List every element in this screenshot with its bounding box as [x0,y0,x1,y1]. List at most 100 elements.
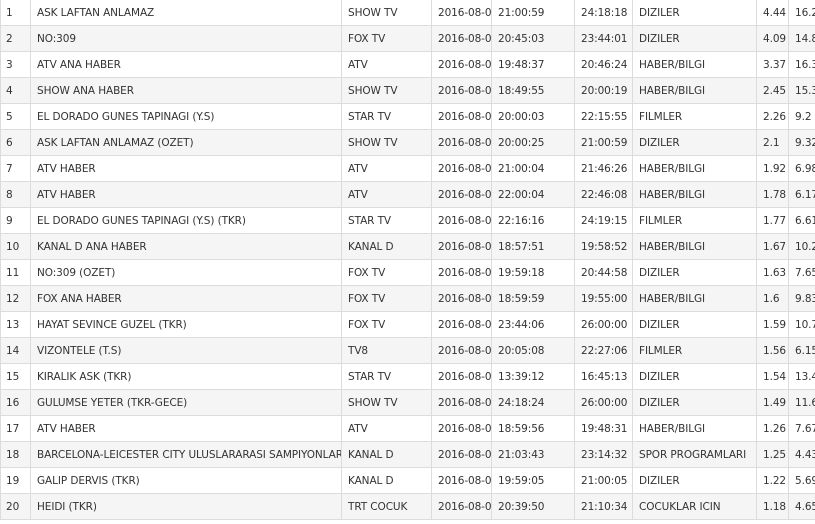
start-time-cell: 18:49:55 [491,77,575,104]
share-cell: 7.67 [788,415,815,442]
table-row: 16 GULUMSE YETER (TKR-GECE) SHOW TV 2016-08… [0,389,815,416]
share-cell: 9.83 [788,285,815,312]
date-cell: 2016-08-03 [431,259,492,286]
end-time-cell: 19:58:52 [574,233,633,260]
program-cell: EL DORADO GUNES TAPINAGI (Y.S) (TKR) [30,207,342,234]
genre-cell: HABER/BILGI [632,415,757,442]
date-cell: 2016-08-03 [431,311,492,338]
share-cell: 10.72 [788,311,815,338]
rank-cell: 13 [0,311,31,338]
share-cell: 9.2 [788,103,815,130]
genre-cell: HABER/BILGI [632,51,757,78]
share-cell: 16.22 [788,0,815,26]
start-time-cell: 19:59:18 [491,259,575,286]
table-row: 20HEIDI (TKR)TRT COCUK2016-08-0320:39:50… [0,493,815,520]
date-cell: 2016-08-03 [431,337,492,364]
start-time-cell: 21:00:04 [491,155,575,182]
channel-cell: SHOW TV [341,129,432,156]
end-time-cell: 22:27:06 [574,337,633,364]
date-cell: 2016-08-03 [431,25,492,52]
start-time-cell: 24:18:24 [491,389,575,416]
share-cell: 5.69 [788,467,815,494]
channel-cell: FOX TV [341,285,432,312]
table-row: 13 HAYAT SEVINCE GUZEL (TKR) FOX TV 2016-08… [0,311,815,338]
program-cell: GALIP DERVIS (TKR) [30,467,342,494]
share-cell: 9.32 [788,129,815,156]
table-row: 3ATV ANA HABERATV2016-08-0319:48:3720:46… [0,51,815,78]
genre-cell: FILMLER [632,337,757,364]
rating-cell: 1.59 [756,311,789,338]
rank-cell: 11 [0,259,31,286]
rank-cell: 10 [0,233,31,260]
program-cell: GULUMSE YETER (TKR-GECE) [30,389,342,416]
date-cell: 2016-08-03 [431,467,492,494]
genre-cell: HABER/BILGI [632,155,757,182]
end-time-cell: 22:15:55 [574,103,633,130]
genre-cell: COCUKLAR ICIN [632,493,757,520]
date-cell: 2016-08-03 [431,207,492,234]
end-time-cell: 21:46:26 [574,155,633,182]
rating-cell: 1.77 [756,207,789,234]
start-time-cell: 20:39:50 [491,493,575,520]
rank-cell: 9 [0,207,31,234]
end-time-cell: 23:44:01 [574,25,633,52]
date-cell: 2016-08-03 [431,51,492,78]
table-row: 2NO:309FOX TV2016-08-0320:45:0323:44:01D… [0,25,815,52]
rating-cell: 1.78 [756,181,789,208]
program-cell: HEIDI (TKR) [30,493,342,520]
program-cell: HAYAT SEVINCE GUZEL (TKR) [30,311,342,338]
program-cell: NO:309 (OZET) [30,259,342,286]
channel-cell: KANAL D [341,441,432,468]
program-cell: BARCELONA-LEICESTER CITY ULUSLARARASI SA… [30,441,342,468]
program-cell: ATV HABER [30,181,342,208]
program-cell: ATV HABER [30,155,342,182]
date-cell: 2016-08-03 [431,415,492,442]
program-cell: KIRALIK ASK (TKR) [30,363,342,390]
rank-cell: 2 [0,25,31,52]
genre-cell: HABER/BILGI [632,233,757,260]
channel-cell: STAR TV [341,103,432,130]
start-time-cell: 21:03:43 [491,441,575,468]
table-row: 12FOX ANA HABERFOX TV2016-08-0318:59:591… [0,285,815,312]
end-time-cell: 19:55:00 [574,285,633,312]
start-time-cell: 20:45:03 [491,25,575,52]
channel-cell: ATV [341,155,432,182]
rating-cell: 1.49 [756,389,789,416]
rank-cell: 7 [0,155,31,182]
channel-cell: FOX TV [341,259,432,286]
rating-cell: 2.45 [756,77,789,104]
end-time-cell: 26:00:00 [574,389,633,416]
genre-cell: FILMLER [632,207,757,234]
date-cell: 2016-08-03 [431,77,492,104]
share-cell: 4.65 [788,493,815,520]
genre-cell: HABER/BILGI [632,181,757,208]
share-cell: 7.65 [788,259,815,286]
rank-cell: 6 [0,129,31,156]
channel-cell: KANAL D [341,233,432,260]
rating-cell: 4.44 [756,0,789,26]
end-time-cell: 24:18:18 [574,0,633,26]
channel-cell: ATV [341,181,432,208]
start-time-cell: 18:57:51 [491,233,575,260]
rating-cell: 2.26 [756,103,789,130]
date-cell: 2016-08-03 [431,0,492,26]
program-cell: NO:309 [30,25,342,52]
rating-cell: 3.37 [756,51,789,78]
genre-cell: SPOR PROGRAMLARI [632,441,757,468]
start-time-cell: 19:48:37 [491,51,575,78]
share-cell: 6.61 [788,207,815,234]
share-cell: 15.38 [788,77,815,104]
end-time-cell: 20:46:24 [574,51,633,78]
date-cell: 2016-08-03 [431,441,492,468]
rank-cell: 14 [0,337,31,364]
rank-cell: 16 [0,389,31,416]
rating-cell: 1.54 [756,363,789,390]
rank-cell: 5 [0,103,31,130]
rating-cell: 1.56 [756,337,789,364]
table-row: 7ATV HABERATV2016-08-0321:00:0421:46:26H… [0,155,815,182]
rank-cell: 3 [0,51,31,78]
share-cell: 4.43 [788,441,815,468]
end-time-cell: 16:45:13 [574,363,633,390]
start-time-cell: 22:16:16 [491,207,575,234]
channel-cell: KANAL D [341,467,432,494]
